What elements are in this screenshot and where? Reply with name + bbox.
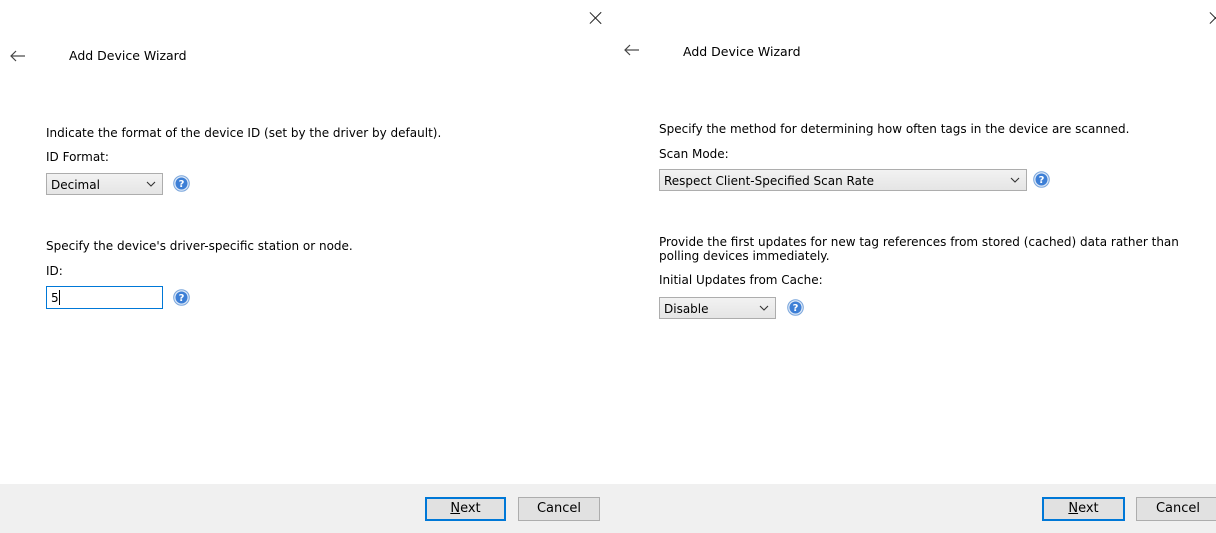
chevron-down-icon: [146, 181, 156, 187]
wizard-title: Add Device Wizard: [69, 48, 187, 63]
id-input[interactable]: 5: [46, 286, 163, 309]
help-icon[interactable]: ?: [1033, 171, 1050, 188]
help-icon[interactable]: ?: [173, 289, 190, 306]
wizard-panel-right: Add Device Wizard Specify the method for…: [612, 0, 1216, 533]
cache-description-line2: polling devices immediately.: [659, 249, 830, 263]
next-button[interactable]: Next: [425, 497, 506, 521]
wizard-footer: Next Cancel: [612, 484, 1216, 533]
chevron-down-icon: [1010, 177, 1020, 183]
id-label: ID:: [46, 264, 63, 278]
text-caret: [59, 290, 60, 305]
scan-description: Specify the method for determining how o…: [659, 122, 1130, 136]
station-description: Specify the device's driver-specific sta…: [46, 239, 353, 253]
close-icon[interactable]: [1208, 10, 1216, 26]
wizard-title: Add Device Wizard: [683, 44, 801, 59]
wizard-footer: Next Cancel: [0, 484, 612, 533]
close-icon[interactable]: [588, 10, 604, 26]
back-arrow-icon[interactable]: [624, 44, 640, 56]
cache-label: Initial Updates from Cache:: [659, 273, 823, 287]
id-input-value: 5: [51, 291, 59, 305]
svg-text:?: ?: [179, 293, 185, 304]
back-arrow-icon[interactable]: [10, 50, 26, 62]
scan-mode-select[interactable]: Respect Client-Specified Scan Rate: [659, 169, 1027, 191]
id-format-label: ID Format:: [46, 150, 109, 164]
id-format-description: Indicate the format of the device ID (se…: [46, 126, 442, 140]
svg-text:?: ?: [1039, 175, 1045, 186]
next-button[interactable]: Next: [1042, 497, 1125, 521]
cancel-button[interactable]: Cancel: [518, 497, 600, 521]
cache-value: Disable: [664, 302, 709, 316]
wizard-panel-left: Add Device Wizard Indicate the format of…: [0, 0, 612, 533]
svg-text:?: ?: [793, 303, 799, 314]
chevron-down-icon: [759, 305, 769, 311]
id-format-select[interactable]: Decimal: [46, 173, 163, 195]
scan-mode-value: Respect Client-Specified Scan Rate: [664, 174, 875, 188]
scan-mode-label: Scan Mode:: [659, 147, 729, 161]
cancel-button[interactable]: Cancel: [1136, 497, 1216, 521]
cache-description-line1: Provide the first updates for new tag re…: [659, 235, 1179, 249]
id-format-value: Decimal: [51, 178, 100, 192]
cache-select[interactable]: Disable: [659, 297, 776, 319]
svg-text:?: ?: [179, 179, 185, 190]
help-icon[interactable]: ?: [173, 175, 190, 192]
help-icon[interactable]: ?: [787, 299, 804, 316]
